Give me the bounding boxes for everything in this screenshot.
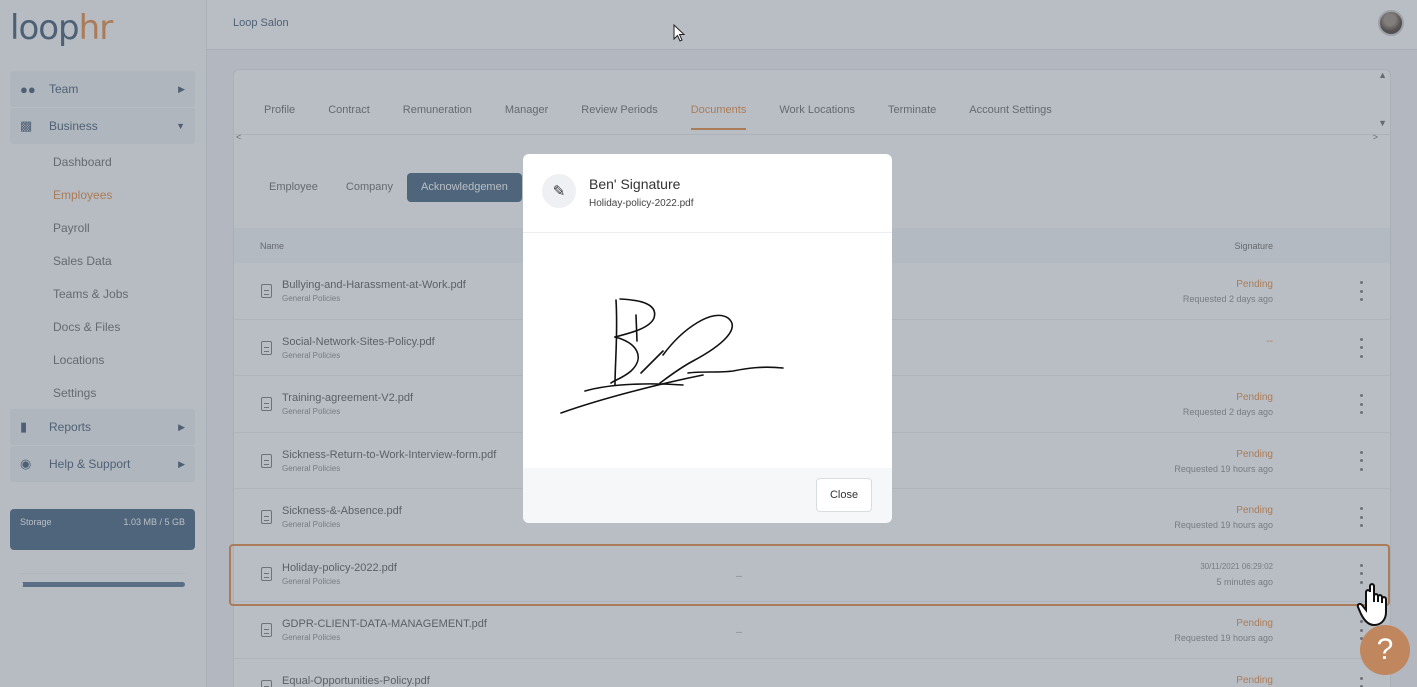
hand-cursor-icon bbox=[1356, 583, 1387, 627]
mouse-pointer-icon bbox=[673, 24, 686, 42]
signature-image bbox=[523, 233, 892, 468]
handwritten-signature bbox=[560, 298, 784, 414]
pencil-icon: ✎ bbox=[542, 174, 576, 208]
signature-modal: ✎ Ben' Signature Holiday-policy-2022.pdf… bbox=[523, 154, 892, 523]
help-button[interactable]: ? bbox=[1360, 625, 1410, 675]
close-button[interactable]: Close bbox=[816, 478, 872, 512]
modal-subtitle: Holiday-policy-2022.pdf bbox=[589, 198, 694, 209]
modal-title: Ben' Signature bbox=[589, 176, 681, 192]
modal-footer: Close bbox=[523, 468, 892, 523]
modal-header: ✎ Ben' Signature Holiday-policy-2022.pdf bbox=[523, 154, 892, 233]
